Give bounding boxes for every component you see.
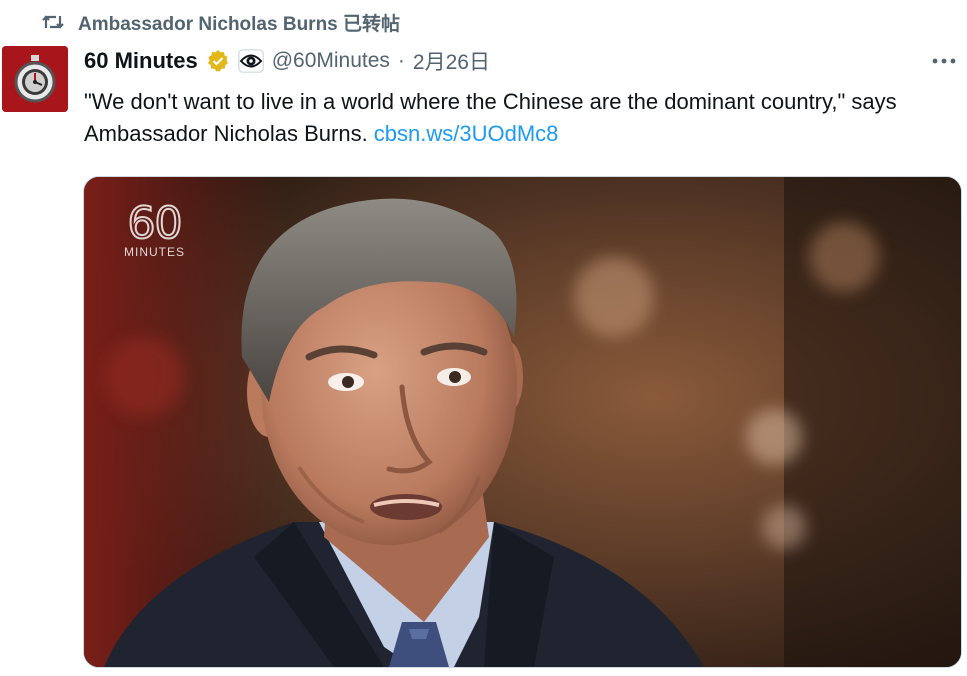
- tweet-text: "We don't want to live in a world where …: [84, 86, 944, 150]
- 60-minutes-logo: 60 MINUTES: [124, 198, 185, 259]
- display-name[interactable]: 60 Minutes: [84, 48, 198, 74]
- more-options-icon: [932, 58, 956, 64]
- repost-icon: [42, 12, 64, 32]
- tweet-media-image[interactable]: 60 MINUTES: [83, 176, 962, 668]
- repost-header[interactable]: Ambassador Nicholas Burns 已转帖: [42, 8, 400, 36]
- post-date[interactable]: 2月26日: [413, 46, 490, 76]
- tweet-link[interactable]: cbsn.ws/3UOdMc8: [374, 121, 559, 146]
- interview-photo: [84, 177, 961, 667]
- cbs-eye-icon[interactable]: [237, 49, 264, 73]
- repost-text[interactable]: Ambassador Nicholas Burns 已转帖: [78, 9, 400, 36]
- verified-badge-icon[interactable]: [206, 49, 230, 73]
- more-options-button[interactable]: [928, 48, 960, 74]
- logo-word: MINUTES: [124, 245, 185, 259]
- handle[interactable]: @60Minutes: [272, 49, 390, 73]
- stopwatch-avatar-icon: [2, 46, 68, 112]
- logo-number: 60: [127, 198, 184, 249]
- separator-dot: ·: [397, 49, 405, 72]
- avatar[interactable]: [2, 46, 68, 112]
- tweet-header: 60 Minutes @60Minutes · 2月26日: [84, 44, 490, 78]
